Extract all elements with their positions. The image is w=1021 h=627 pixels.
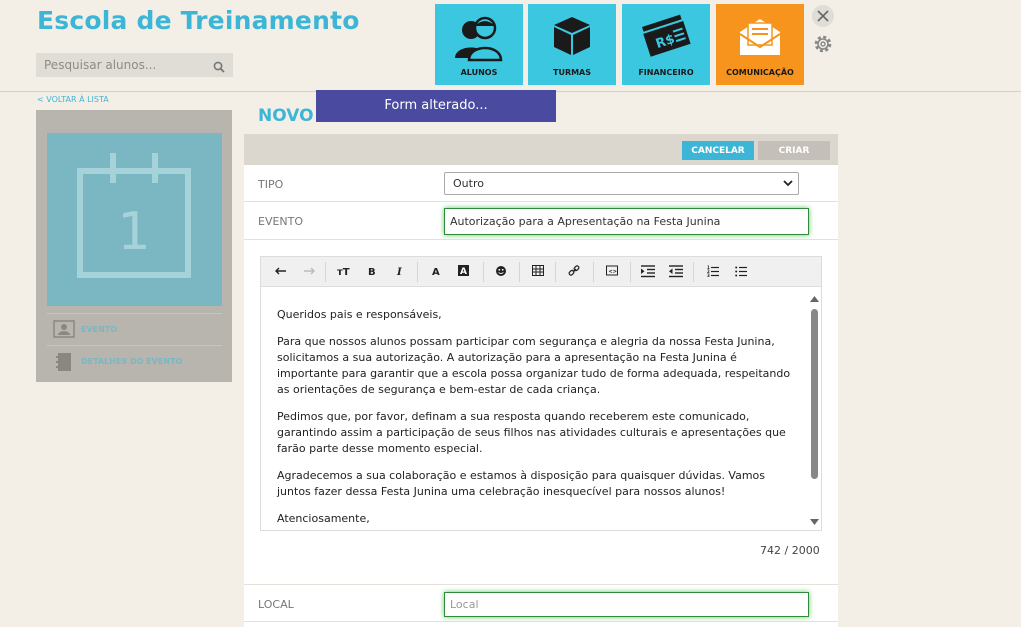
id-card-icon [53, 320, 75, 338]
indent-icon[interactable] [641, 264, 655, 281]
search-input[interactable] [36, 53, 206, 77]
field-label: TIPO [258, 178, 284, 191]
table-icon[interactable] [532, 264, 544, 281]
paragraph: Pedimos que, por favor, definam a sua re… [277, 410, 786, 455]
svg-text:A: A [432, 267, 440, 278]
nav-alunos[interactable]: ALUNOS [435, 4, 523, 85]
sidebar-item-evento[interactable]: EVENTO [47, 313, 222, 345]
money-icon: R$ [640, 14, 692, 58]
event-sidebar-card: 1 EVENTO DETALHES DO EVENTO [36, 110, 232, 382]
paragraph: Para que nossos alunos possam participar… [277, 335, 791, 396]
toolbar-divider [483, 262, 484, 282]
search-box [36, 53, 233, 77]
toolbar-divider [693, 262, 694, 282]
mail-icon [739, 19, 781, 55]
rich-text-editor: тT B I A A <> 1 2 3 Queridos pais e resp… [260, 256, 822, 531]
box-icon [554, 17, 590, 55]
editor-scrollbar[interactable] [809, 287, 820, 530]
paragraph: Queridos pais e responsáveis, [277, 308, 442, 321]
location-input[interactable]: Local [444, 592, 809, 617]
italic-icon[interactable]: I [395, 264, 405, 281]
svg-text:B: B [368, 267, 376, 278]
event-form-panel: CANCELAR CRIAR TIPO Outro EVENTO Autoriz… [244, 134, 838, 627]
toolbar-divider [417, 262, 418, 282]
calendar-day: 1 [117, 202, 150, 262]
toolbar-divider [325, 262, 326, 282]
nav-comunicacao[interactable]: COMUNICAÇÃO [716, 4, 804, 85]
link-icon[interactable] [568, 264, 580, 281]
emoji-icon[interactable] [495, 264, 507, 281]
type-select-value: Outro [453, 177, 484, 190]
bullet-list-icon[interactable] [735, 264, 747, 281]
highlight-color-icon[interactable]: A [458, 264, 470, 281]
status-toast: Form alterado... [316, 90, 556, 122]
chevron-down-icon [782, 174, 794, 199]
action-bar: CANCELAR CRIAR [244, 134, 838, 165]
scroll-up-icon[interactable] [810, 295, 819, 302]
ordered-list-icon[interactable]: 123 [707, 264, 719, 281]
toolbar-divider [519, 262, 520, 282]
outdent-icon[interactable] [669, 264, 683, 281]
form-row-evento: EVENTO Autorização para a Apresentação n… [244, 202, 838, 240]
close-button[interactable] [812, 5, 834, 27]
text-color-icon[interactable]: A [431, 264, 443, 281]
field-label: LOCAL [258, 598, 294, 611]
gear-icon [814, 35, 832, 53]
app-title: Escola de Treinamento [37, 6, 360, 35]
bold-icon[interactable]: B [367, 264, 377, 281]
toolbar-divider [555, 262, 556, 282]
nav-label: FINANCEIRO [638, 68, 694, 77]
calendar-tile: 1 [47, 133, 222, 306]
editor-toolbar: тT B I A A <> 1 2 3 [261, 257, 821, 287]
scroll-down-icon[interactable] [810, 519, 819, 526]
undo-icon[interactable] [275, 264, 287, 281]
sidebar-item-label: EVENTO [81, 325, 118, 334]
nav-label: ALUNOS [460, 68, 498, 77]
redo-icon[interactable] [303, 264, 315, 281]
sidebar-item-label: DETALHES DO EVENTO [81, 357, 183, 366]
svg-text:тT: тT [337, 267, 350, 278]
close-icon [817, 10, 829, 22]
notebook-icon [56, 353, 71, 371]
editor-content[interactable]: Queridos pais e responsáveis, Para que n… [261, 287, 809, 530]
svg-text:<>: <> [609, 269, 617, 275]
toolbar-divider [593, 262, 594, 282]
paragraph: Atenciosamente, [277, 512, 370, 525]
cancel-button[interactable]: CANCELAR [682, 141, 754, 160]
paragraph: Agradecemos a sua colaboração e estamos … [277, 469, 766, 498]
character-counter: 742 / 2000 [760, 544, 820, 557]
scrollbar-thumb[interactable] [811, 309, 818, 479]
settings-button[interactable] [812, 33, 834, 55]
svg-text:I: I [396, 267, 402, 278]
form-row-tipo: TIPO Outro [244, 165, 838, 202]
toolbar-divider [630, 262, 631, 282]
svg-text:3: 3 [707, 273, 710, 278]
nav-label: TURMAS [552, 68, 592, 77]
form-row-local: LOCAL Local [244, 584, 838, 622]
svg-text:A: A [460, 267, 467, 277]
search-icon[interactable] [213, 58, 225, 77]
back-to-list-link[interactable]: < VOLTAR À LISTA [37, 95, 109, 104]
type-select[interactable]: Outro [444, 172, 799, 195]
event-name-input[interactable]: Autorização para a Apresentação na Festa… [444, 208, 809, 235]
font-size-icon[interactable]: тT [337, 264, 353, 281]
code-view-icon[interactable]: <> [606, 264, 618, 281]
nav-label: COMUNICAÇÃO [726, 68, 794, 77]
nav-turmas[interactable]: TURMAS [528, 4, 616, 85]
students-icon [455, 16, 503, 62]
create-button[interactable]: CRIAR [758, 141, 830, 160]
nav-financeiro[interactable]: R$ FINANCEIRO [622, 4, 710, 85]
sidebar-item-detalhes[interactable]: DETALHES DO EVENTO [47, 345, 222, 377]
field-label: EVENTO [258, 215, 304, 228]
calendar-icon: 1 [77, 153, 191, 278]
